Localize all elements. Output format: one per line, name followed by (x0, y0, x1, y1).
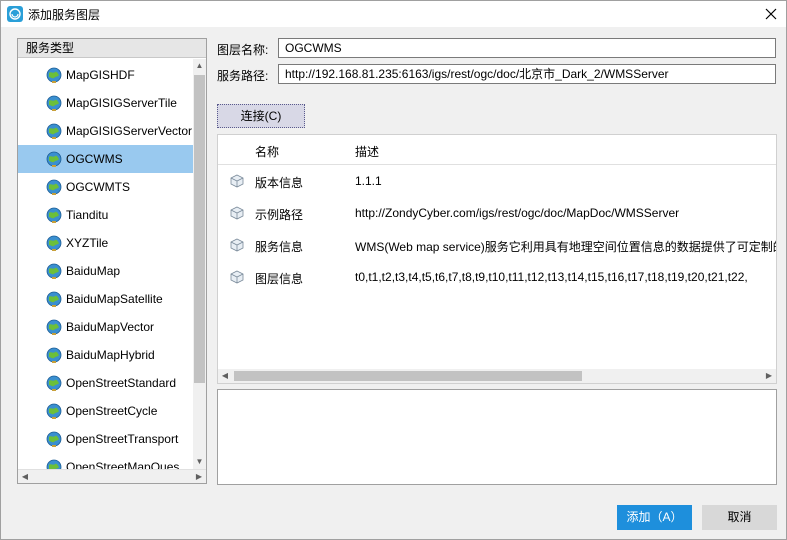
list-item-label: Tianditu (66, 208, 109, 222)
scroll-up-icon[interactable]: ▲ (193, 59, 206, 73)
globe-icon (46, 319, 62, 335)
globe-icon (46, 291, 62, 307)
globe-icon (46, 235, 62, 251)
table-row[interactable]: 图层信息 t0,t1,t2,t3,t4,t5,t6,t7,t8,t9,t10,t1… (218, 262, 776, 294)
list-item[interactable]: Tianditu (18, 201, 193, 229)
list-item[interactable]: XYZTile (18, 229, 193, 257)
scroll-down-icon[interactable]: ▼ (193, 455, 206, 469)
scroll-thumb[interactable] (234, 371, 582, 381)
layer-name-input[interactable]: OGCWMS (278, 38, 776, 58)
globe-icon (46, 151, 62, 167)
table-header: 名称 描述 (218, 135, 776, 165)
globe-icon (46, 431, 62, 447)
list-item-label: OpenStreetCycle (66, 404, 158, 418)
globe-icon (46, 375, 62, 391)
list-item[interactable]: BaiduMapSatellite (18, 285, 193, 313)
table-row[interactable]: 示例路径 http://ZondyCyber.com/igs/rest/ogc/d… (218, 198, 776, 230)
list-item-label: OGCWMS (66, 152, 123, 166)
globe-icon (46, 179, 62, 195)
cancel-button[interactable]: 取消 (702, 505, 777, 530)
list-item-label: BaiduMapSatellite (66, 292, 163, 306)
list-item[interactable]: MapGISIGServerVector (18, 117, 193, 145)
globe-icon (46, 67, 62, 83)
list-item[interactable]: OpenStreetStandard (18, 369, 193, 397)
layer-name-label: 图层名称: (217, 43, 269, 57)
title-bar: 添加服务图层 (1, 1, 786, 27)
window-title: 添加服务图层 (28, 8, 101, 22)
connect-button[interactable]: 连接(C) (217, 104, 305, 128)
list-item-label: MapGISIGServerTile (66, 96, 177, 110)
list-item[interactable]: OpenStreetMapQues (18, 453, 193, 469)
row-name: 服务信息 (255, 240, 304, 254)
scroll-thumb[interactable] (194, 75, 205, 383)
list-item[interactable]: OpenStreetCycle (18, 397, 193, 425)
cube-icon (230, 174, 244, 188)
close-icon (765, 8, 777, 20)
row-desc: 1.1.1 (355, 174, 382, 188)
row-name: 示例路径 (255, 208, 304, 222)
cube-icon (230, 238, 244, 252)
list-item-label: OpenStreetStandard (66, 376, 177, 390)
scroll-right-icon[interactable]: ▶ (762, 369, 776, 383)
list-item-label: OGCWMTS (66, 180, 130, 194)
globe-icon (46, 263, 62, 279)
table-row[interactable]: 版本信息 1.1.1 (218, 166, 776, 198)
row-desc: WMS(Web map service)服务它利用具有地理空间位置信息的数据提供… (355, 240, 777, 254)
row-desc: t0,t1,t2,t3,t4,t5,t6,t7,t8,t9,t10,t11,t1… (355, 270, 748, 284)
cube-icon (230, 270, 244, 284)
list-item[interactable]: BaiduMapVector (18, 313, 193, 341)
globe-icon (46, 459, 62, 469)
list-item-label: BaiduMap (66, 264, 121, 278)
column-header-name[interactable]: 名称 (255, 143, 279, 160)
scroll-left-icon[interactable]: ◀ (218, 369, 232, 383)
row-name: 版本信息 (255, 176, 304, 190)
list-item[interactable]: OGCWMTS (18, 173, 193, 201)
add-button[interactable]: 添加（A） (617, 505, 692, 530)
service-list-horizontal-scrollbar[interactable]: ◀ ▶ (18, 469, 206, 483)
add-service-layer-dialog: 添加服务图层 服务类型 MapGISHDF MapGISIGServerTile M… (0, 0, 787, 540)
globe-icon (46, 95, 62, 111)
list-item[interactable]: BaiduMapHybrid (18, 341, 193, 369)
globe-icon (46, 207, 62, 223)
service-path-input[interactable]: http://192.168.81.235:6163/igs/rest/ogc/… (278, 64, 776, 84)
list-item[interactable]: BaiduMap (18, 257, 193, 285)
service-list-vertical-scrollbar[interactable]: ▲ ▼ (193, 59, 206, 469)
service-type-panel: 服务类型 MapGISHDF MapGISIGServerTile MapGISIG… (17, 38, 207, 484)
list-item-label: OpenStreetTransport (66, 432, 179, 446)
list-item-label: BaiduMapVector (66, 320, 155, 334)
close-button[interactable] (760, 3, 782, 25)
service-type-list[interactable]: MapGISHDF MapGISIGServerTile MapGISIGServe… (18, 59, 193, 469)
app-globe-icon (7, 6, 23, 22)
list-item-label: OpenStreetMapQues (66, 460, 180, 469)
row-name: 图层信息 (255, 272, 304, 286)
list-item-label: MapGISHDF (66, 68, 135, 82)
globe-icon (46, 403, 62, 419)
list-item[interactable]: MapGISHDF (18, 61, 193, 89)
service-info-table: 名称 描述 版本信息 1.1.1 示例路径 http://ZondyCyber.com… (217, 134, 777, 384)
table-row[interactable]: 服务信息 WMS(Web map service)服务它利用具有地理空间位置信息的… (218, 230, 776, 262)
globe-icon (46, 123, 62, 139)
column-header-desc[interactable]: 描述 (355, 143, 379, 160)
scroll-left-icon[interactable]: ◀ (18, 470, 32, 484)
list-item-label: XYZTile (66, 236, 109, 250)
service-type-header: 服务类型 (18, 39, 206, 58)
list-item-label: BaiduMapHybrid (66, 348, 155, 362)
cube-icon (230, 206, 244, 220)
globe-icon (46, 347, 62, 363)
list-item[interactable]: MapGISIGServerTile (18, 89, 193, 117)
service-path-label: 服务路径: (217, 69, 269, 83)
scroll-right-icon[interactable]: ▶ (192, 470, 206, 484)
description-box (217, 389, 777, 485)
list-item[interactable]: OGCWMS (18, 145, 193, 173)
list-item[interactable]: OpenStreetTransport (18, 425, 193, 453)
row-desc: http://ZondyCyber.com/igs/rest/ogc/doc/M… (355, 206, 680, 220)
info-table-horizontal-scrollbar[interactable]: ◀ ▶ (218, 369, 776, 383)
list-item-label: MapGISIGServerVector (66, 124, 193, 138)
